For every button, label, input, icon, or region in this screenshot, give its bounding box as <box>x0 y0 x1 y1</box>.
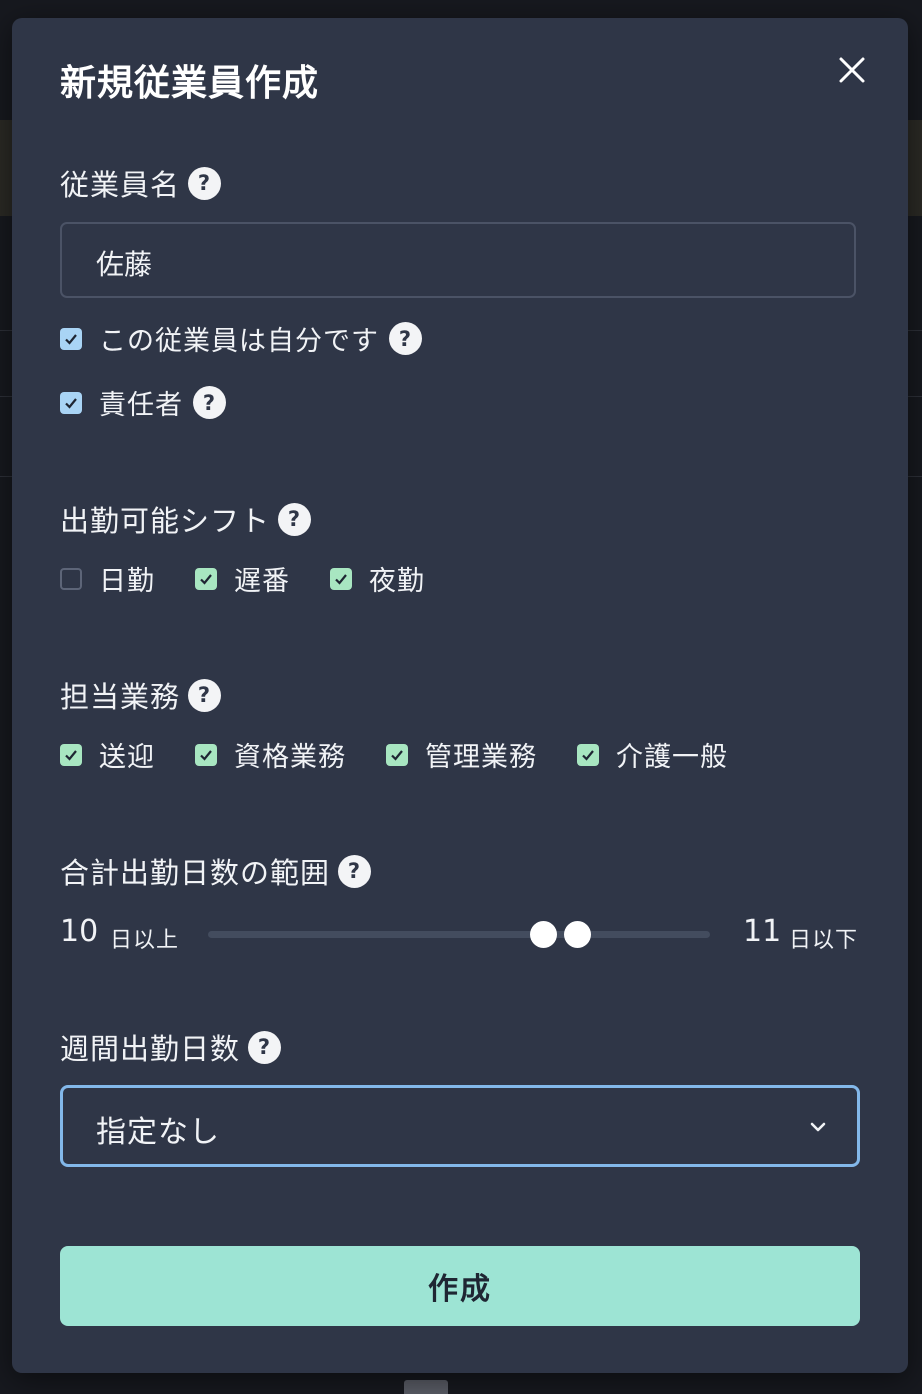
weekly-days-label: 週間出勤日数 ? <box>60 1026 282 1068</box>
shift-option-night[interactable]: 夜勤 <box>330 559 425 598</box>
range-slider-min-handle[interactable] <box>530 921 557 948</box>
employee-name-value: 佐藤 <box>96 248 153 281</box>
help-icon[interactable]: ? <box>188 678 222 712</box>
checkbox-checked-icon[interactable] <box>386 743 408 766</box>
is-manager-row: 責任者 ? <box>60 383 226 422</box>
shift-option-label: 日勤 <box>99 566 155 597</box>
checkbox-checked-icon[interactable] <box>577 743 599 766</box>
range-max-unit: 日以下 <box>789 928 859 953</box>
duty-option-management[interactable]: 管理業務 <box>386 735 537 774</box>
checkbox-checked-icon[interactable] <box>330 567 352 590</box>
duties-label-text: 担当業務 <box>60 680 181 714</box>
background-banner-right <box>908 120 922 216</box>
checkbox-checked-icon[interactable] <box>195 743 217 766</box>
range-min-unit: 日以上 <box>110 928 180 953</box>
close-icon[interactable] <box>830 48 874 92</box>
range-slider-track[interactable] <box>208 931 710 938</box>
is-self-checkbox[interactable]: この従業員は自分です <box>60 319 379 358</box>
range-max-value: 11 <box>743 914 782 949</box>
shifts-label-text: 出勤可能シフト <box>60 504 271 538</box>
checkbox-checked-icon[interactable] <box>60 743 82 766</box>
shift-option-label: 遅番 <box>234 566 290 597</box>
is-manager-checkbox[interactable]: 責任者 <box>60 383 183 422</box>
shifts-options: 日勤 遅番 夜勤 <box>60 559 425 598</box>
weekly-days-select[interactable]: 指定なし <box>60 1085 860 1167</box>
total-days-label: 合計出勤日数の範囲 ? <box>60 850 372 892</box>
is-manager-label: 責任者 <box>99 390 183 421</box>
range-slider-max-handle[interactable] <box>564 921 591 948</box>
checkbox-checked-icon[interactable] <box>60 391 82 414</box>
checkbox-checked-icon[interactable] <box>60 327 82 350</box>
duty-option-label: 送迎 <box>99 742 155 773</box>
is-self-row: この従業員は自分です ? <box>60 319 422 358</box>
duty-option-label: 資格業務 <box>234 742 346 773</box>
help-icon[interactable]: ? <box>188 166 222 200</box>
help-icon[interactable]: ? <box>338 854 372 888</box>
modal-title: 新規従業員作成 <box>60 63 320 104</box>
help-icon[interactable]: ? <box>278 502 312 536</box>
shift-option-late[interactable]: 遅番 <box>195 559 290 598</box>
employee-name-label: 従業員名 ? <box>60 162 222 204</box>
weekly-days-selected-value: 指定なし <box>96 1115 220 1150</box>
chevron-down-icon <box>810 1122 826 1132</box>
duty-option-transport[interactable]: 送迎 <box>60 735 155 774</box>
checkbox-unchecked-icon[interactable] <box>60 567 82 590</box>
checkbox-checked-icon[interactable] <box>195 567 217 590</box>
employee-name-label-text: 従業員名 <box>60 168 181 202</box>
duty-option-label: 管理業務 <box>425 742 537 773</box>
is-self-label: この従業員は自分です <box>99 326 379 357</box>
help-icon[interactable]: ? <box>389 322 422 355</box>
employee-name-input[interactable]: 佐藤 <box>60 222 856 298</box>
range-min-value: 10 <box>60 914 99 949</box>
background-banner-left <box>0 120 12 216</box>
duties-label: 担当業務 ? <box>60 674 222 716</box>
shift-option-day[interactable]: 日勤 <box>60 559 155 598</box>
weekly-days-label-text: 週間出勤日数 <box>60 1032 241 1066</box>
duty-option-qualified[interactable]: 資格業務 <box>195 735 346 774</box>
total-days-range: 10 日以上 11 日以下 <box>60 914 860 958</box>
help-icon[interactable]: ? <box>193 386 226 419</box>
shift-option-label: 夜勤 <box>369 566 425 597</box>
duties-options: 送迎 資格業務 管理業務 介護一般 <box>60 735 728 774</box>
shifts-label: 出勤可能シフト ? <box>60 498 312 540</box>
help-icon[interactable]: ? <box>248 1030 282 1064</box>
duty-option-general-care[interactable]: 介護一般 <box>577 735 728 774</box>
create-button[interactable]: 作成 <box>60 1246 860 1326</box>
create-employee-modal: 新規従業員作成 従業員名 ? 佐藤 この従業員は自分です ? 責任者 ? 出勤可… <box>12 18 908 1373</box>
total-days-label-text: 合計出勤日数の範囲 <box>60 856 331 890</box>
duty-option-label: 介護一般 <box>616 742 728 773</box>
